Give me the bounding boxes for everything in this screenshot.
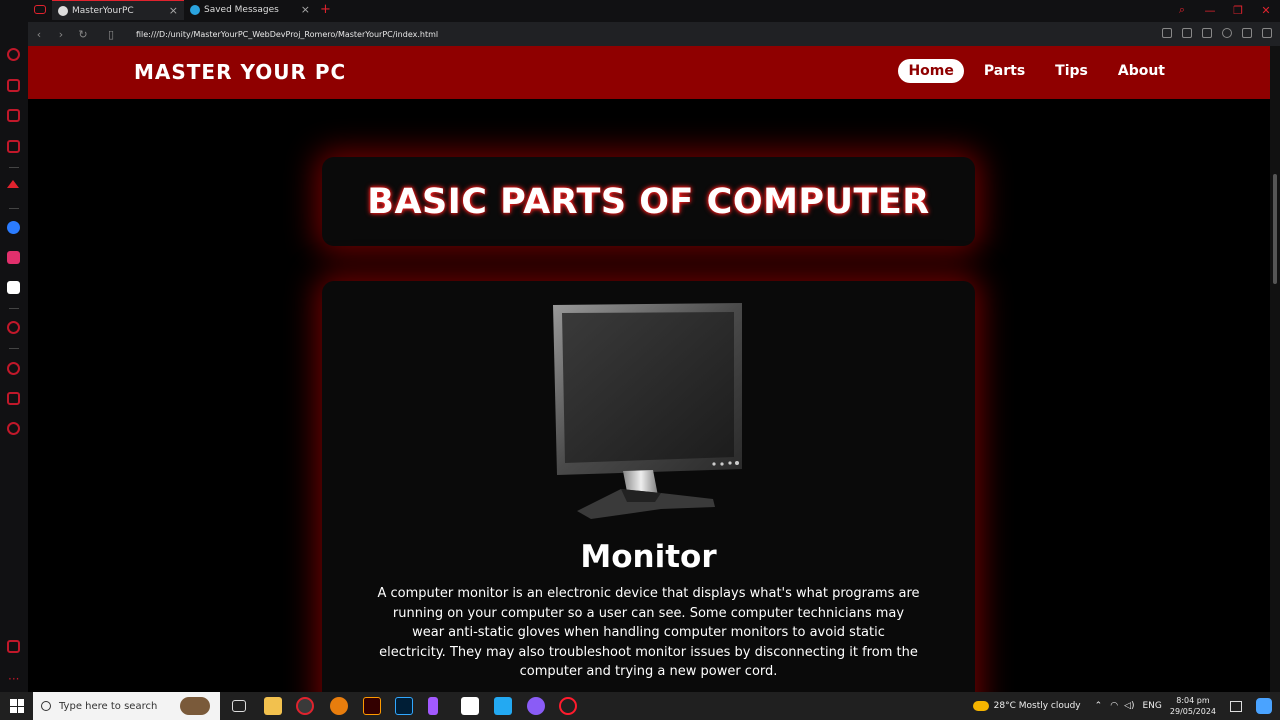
restore-button[interactable]: ❐ xyxy=(1224,0,1252,20)
reload-icon[interactable]: ↻ xyxy=(72,28,94,41)
weather-text[interactable]: 28°C Mostly cloudy xyxy=(994,701,1081,711)
sidebar-divider xyxy=(9,348,19,349)
twitch-taskbar-icon[interactable] xyxy=(461,697,479,715)
shopping-icon[interactable] xyxy=(7,79,20,92)
tab-bar: MasterYourPC × Saved Messages × + ⌕ — ❐ … xyxy=(0,0,1280,22)
discord-icon[interactable] xyxy=(7,281,20,294)
network-icon[interactable]: ◠ xyxy=(1110,701,1118,711)
site-header: MASTER YOUR PC Home Parts Tips About xyxy=(28,46,1270,99)
illustrator-icon[interactable] xyxy=(363,697,381,715)
copilot-icon[interactable] xyxy=(1256,698,1272,714)
snapshot-icon[interactable] xyxy=(7,640,20,653)
telegram-icon xyxy=(190,5,200,15)
volume-icon[interactable]: ◁) xyxy=(1124,701,1134,711)
url-field[interactable]: file:///D:/unity/MasterYourPC_WebDevProj… xyxy=(136,30,438,39)
figma-icon[interactable] xyxy=(428,697,438,715)
send-icon[interactable] xyxy=(1182,28,1192,38)
clock-date: 29/05/2024 xyxy=(1169,707,1216,716)
search-tabs-icon[interactable]: ⌕ xyxy=(1168,0,1196,20)
workspace-icon[interactable] xyxy=(7,140,20,153)
opera-taskbar-icon[interactable] xyxy=(296,697,314,715)
system-tray: 28°C Mostly cloudy ⌃ ◠ ◁) ENG 8:04 pm 29… xyxy=(972,692,1280,720)
notifications-icon[interactable] xyxy=(1230,700,1242,712)
github-desktop-icon[interactable] xyxy=(527,697,545,715)
part-card: Monitor A computer monitor is an electro… xyxy=(322,281,975,692)
page-title-card: BASIC PARTS OF COMPUTER xyxy=(322,157,975,246)
window-controls: ⌕ — ❐ ✕ xyxy=(1168,0,1280,20)
tab-title: MasterYourPC xyxy=(72,5,134,16)
page-viewport: MASTER YOUR PC Home Parts Tips About BAS… xyxy=(28,46,1270,692)
site-brand[interactable]: MASTER YOUR PC xyxy=(134,60,346,84)
more-icon[interactable]: ··· xyxy=(8,672,19,686)
settings-icon[interactable] xyxy=(7,422,20,435)
heart-icon[interactable] xyxy=(1202,28,1212,38)
nav-home[interactable]: Home xyxy=(898,59,964,83)
taskbar: Type here to search 28°C Mostly cloudy ⌃… xyxy=(0,692,1280,720)
aria-icon[interactable] xyxy=(7,180,19,188)
scrollbar-thumb[interactable] xyxy=(1273,174,1277,284)
weather-icon[interactable] xyxy=(972,701,989,711)
monitor-image xyxy=(553,303,742,519)
language-indicator[interactable]: ENG xyxy=(1142,701,1161,711)
task-view-icon[interactable] xyxy=(232,700,246,712)
sidebar-divider xyxy=(9,208,19,209)
twitch-icon[interactable] xyxy=(7,109,20,122)
close-tab-icon[interactable]: × xyxy=(169,4,178,17)
messenger-icon[interactable] xyxy=(7,221,20,234)
tab-saved-messages[interactable]: Saved Messages × xyxy=(184,0,316,20)
speed-dial-icon[interactable] xyxy=(7,48,20,61)
easy-setup-icon[interactable] xyxy=(1262,28,1272,38)
player-icon[interactable] xyxy=(7,321,20,334)
back-icon[interactable]: ‹ xyxy=(28,28,50,41)
new-tab-button[interactable]: + xyxy=(320,2,331,17)
instagram-icon[interactable] xyxy=(7,251,20,264)
windows-start-icon[interactable] xyxy=(10,699,24,713)
history-icon[interactable] xyxy=(7,362,20,375)
nav-about[interactable]: About xyxy=(1108,59,1175,83)
page-scrollbar[interactable] xyxy=(1270,46,1280,692)
tab-menu-icon[interactable] xyxy=(34,5,46,14)
address-bar-actions xyxy=(1162,28,1272,38)
nav-parts[interactable]: Parts xyxy=(974,59,1035,83)
extensions-icon[interactable] xyxy=(7,392,20,405)
close-window-button[interactable]: ✕ xyxy=(1252,0,1280,20)
opera-gx-icon[interactable] xyxy=(559,697,577,715)
part-title: Monitor xyxy=(580,539,717,575)
part-description: A computer monitor is an electronic devi… xyxy=(377,586,920,679)
site-nav: Home Parts Tips About xyxy=(898,59,1175,83)
camera-icon[interactable] xyxy=(1162,28,1172,38)
address-bar: ‹ › ↻ ▯ file:///D:/unity/MasterYourPC_We… xyxy=(28,22,1280,46)
sidebar-divider xyxy=(9,308,19,309)
globe-icon xyxy=(58,5,68,16)
nav-tips[interactable]: Tips xyxy=(1045,59,1098,83)
profile-icon[interactable] xyxy=(1222,28,1232,38)
tab-title: Saved Messages xyxy=(204,5,279,15)
browser-sidebar: ··· xyxy=(0,0,28,692)
minimize-button[interactable]: — xyxy=(1196,0,1224,20)
file-icon: ▯ xyxy=(107,27,115,41)
search-placeholder: Type here to search xyxy=(59,700,158,712)
taskbar-search[interactable]: Type here to search xyxy=(33,692,220,720)
sidebar-divider xyxy=(9,167,19,168)
close-tab-icon[interactable]: × xyxy=(301,3,310,16)
vscode-icon[interactable] xyxy=(494,697,512,715)
page-title: BASIC PARTS OF COMPUTER xyxy=(367,181,930,222)
download-icon[interactable] xyxy=(1242,28,1252,38)
tab-masteryourpc[interactable]: MasterYourPC × xyxy=(52,0,184,20)
otter-search-art-icon xyxy=(180,697,210,715)
forward-icon[interactable]: › xyxy=(50,28,72,41)
clock-time: 8:04 pm xyxy=(1176,696,1210,705)
clock[interactable]: 8:04 pm 29/05/2024 xyxy=(1170,695,1216,717)
search-icon xyxy=(41,701,51,711)
photoshop-icon[interactable] xyxy=(395,697,413,715)
blender-icon[interactable] xyxy=(330,697,348,715)
file-explorer-icon[interactable] xyxy=(264,697,282,715)
tray-chevron-icon[interactable]: ⌃ xyxy=(1095,701,1103,711)
